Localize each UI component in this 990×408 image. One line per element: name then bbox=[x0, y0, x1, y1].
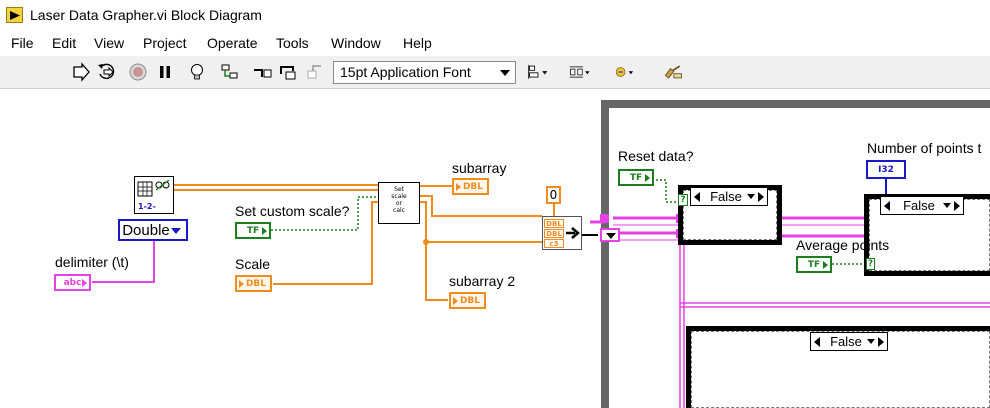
chevron-right-icon bbox=[878, 337, 884, 347]
menu-window[interactable]: Window bbox=[331, 35, 381, 51]
subvi-line: scale bbox=[391, 193, 407, 200]
chevron-down-icon bbox=[747, 194, 755, 199]
labview-vi-icon bbox=[6, 7, 23, 23]
font-select-value: 15pt Application Font bbox=[340, 64, 471, 80]
case-selector-terminal: ? bbox=[678, 194, 688, 206]
menu-file[interactable]: File bbox=[11, 35, 34, 51]
dbl-type: DBL bbox=[459, 295, 481, 306]
set-scale-subvi[interactable]: Set scale or calc bbox=[378, 182, 420, 224]
dbl-type: DBL bbox=[245, 278, 267, 289]
chevron-left-icon bbox=[884, 201, 890, 211]
set-custom-scale-control[interactable]: TF bbox=[235, 222, 271, 239]
step-into-icon[interactable] bbox=[251, 62, 273, 82]
reset-data-control[interactable]: TF bbox=[618, 169, 654, 186]
window-title: Laser Data Grapher.vi Block Diagram bbox=[30, 7, 262, 23]
chevron-right-icon bbox=[758, 192, 764, 202]
block-diagram-canvas[interactable]: 1-2- Double delimiter (\t) abc Set custo… bbox=[0, 90, 990, 408]
case-selector-reset[interactable]: False bbox=[690, 187, 768, 206]
title-bar: Laser Data Grapher.vi Block Diagram bbox=[0, 0, 990, 31]
reorder-icon[interactable] bbox=[614, 62, 636, 82]
pause-icon[interactable] bbox=[154, 62, 176, 82]
delimiter-type: abc bbox=[63, 277, 82, 288]
reset-data-label: Reset data? bbox=[618, 148, 694, 164]
case-value: False bbox=[903, 198, 935, 213]
menu-project[interactable]: Project bbox=[143, 35, 187, 51]
cleanup-diagram-icon[interactable] bbox=[662, 62, 684, 82]
number-of-points-label: Number of points t bbox=[867, 140, 982, 156]
delimiter-control[interactable]: abc bbox=[54, 274, 91, 291]
dbl-type: DBL bbox=[462, 181, 484, 192]
menu-help[interactable]: Help bbox=[403, 35, 432, 51]
chevron-down-icon bbox=[171, 228, 181, 234]
subarray-label: subarray bbox=[452, 160, 507, 176]
scale-label: Scale bbox=[235, 256, 271, 272]
read-mode-selector[interactable]: Double bbox=[118, 219, 188, 241]
menu-view[interactable]: View bbox=[94, 35, 124, 51]
number-of-points-control[interactable]: I32 bbox=[866, 160, 906, 179]
subarray-indicator[interactable]: DBL bbox=[452, 178, 489, 195]
bundle-row: c3 bbox=[544, 239, 564, 248]
subvi-line: calc bbox=[393, 207, 405, 214]
chevron-down-icon bbox=[867, 339, 875, 344]
case-selector-average[interactable]: False bbox=[880, 196, 964, 215]
subarray2-indicator[interactable]: DBL bbox=[449, 292, 486, 309]
case-value: False bbox=[830, 334, 862, 349]
step-over-icon[interactable] bbox=[278, 62, 300, 82]
wire-pink-lower bbox=[680, 302, 990, 308]
wire-to-bundle-1 bbox=[420, 195, 542, 217]
run-continuously-icon[interactable] bbox=[96, 62, 118, 82]
distribute-objects-icon[interactable] bbox=[569, 62, 591, 82]
run-arrow-icon[interactable] bbox=[70, 62, 92, 82]
shift-register[interactable] bbox=[600, 228, 620, 242]
read-mode-value: Double bbox=[122, 221, 170, 239]
wire-junction bbox=[423, 239, 429, 245]
constant-value: 0 bbox=[549, 188, 558, 202]
scale-control[interactable]: DBL bbox=[235, 275, 272, 292]
font-select[interactable]: 15pt Application Font bbox=[333, 61, 516, 84]
abort-icon[interactable] bbox=[127, 62, 149, 82]
i32-type: I32 bbox=[878, 164, 894, 175]
step-out-icon[interactable] bbox=[305, 62, 327, 82]
subvi-line: Set bbox=[394, 186, 404, 193]
menu-operate[interactable]: Operate bbox=[207, 35, 258, 51]
menu-bar: File Edit View Project Operate Tools Win… bbox=[0, 31, 990, 56]
delimiter-label: delimiter (\t) bbox=[55, 254, 129, 270]
read-spreadsheet-node[interactable]: 1-2- bbox=[134, 176, 174, 214]
bool-type: TF bbox=[246, 225, 260, 236]
align-objects-icon[interactable] bbox=[527, 62, 549, 82]
average-points-control[interactable]: TF bbox=[796, 256, 832, 273]
chevron-down-icon bbox=[606, 233, 616, 239]
svg-text:1-2-: 1-2- bbox=[138, 202, 156, 211]
bool-type: TF bbox=[629, 172, 643, 183]
subvi-line: or bbox=[395, 200, 403, 207]
bool-type: TF bbox=[807, 259, 821, 270]
bundle-node[interactable]: DBL DBL c3 bbox=[542, 216, 582, 250]
highlight-execution-icon[interactable] bbox=[186, 62, 208, 82]
bundle-arrow-icon bbox=[566, 227, 580, 239]
subarray2-label: subarray 2 bbox=[449, 273, 516, 289]
bundle-row: DBL bbox=[544, 219, 564, 228]
chevron-left-icon bbox=[694, 192, 700, 202]
case-selector-lower[interactable]: False bbox=[810, 332, 888, 351]
chevron-down-icon bbox=[500, 70, 510, 76]
average-points-label: Average points bbox=[796, 237, 890, 253]
bundle-row: DBL bbox=[544, 229, 564, 238]
case-value: False bbox=[710, 189, 742, 204]
spreadsheet-icon: 1-2- bbox=[137, 179, 170, 211]
wire-pink-down bbox=[679, 235, 685, 408]
tunnel-left-1 bbox=[600, 214, 609, 223]
chevron-down-icon bbox=[943, 203, 951, 208]
menu-tools[interactable]: Tools bbox=[276, 35, 309, 51]
chevron-right-icon bbox=[954, 201, 960, 211]
retain-wire-values-icon[interactable] bbox=[218, 62, 240, 82]
set-custom-scale-label: Set custom scale? bbox=[235, 203, 350, 219]
chevron-left-icon bbox=[814, 337, 820, 347]
wire-reset-data bbox=[656, 179, 680, 203]
menu-edit[interactable]: Edit bbox=[52, 35, 76, 51]
case-selector-terminal: ? bbox=[866, 258, 875, 270]
constant-zero[interactable]: 0 bbox=[546, 186, 561, 204]
